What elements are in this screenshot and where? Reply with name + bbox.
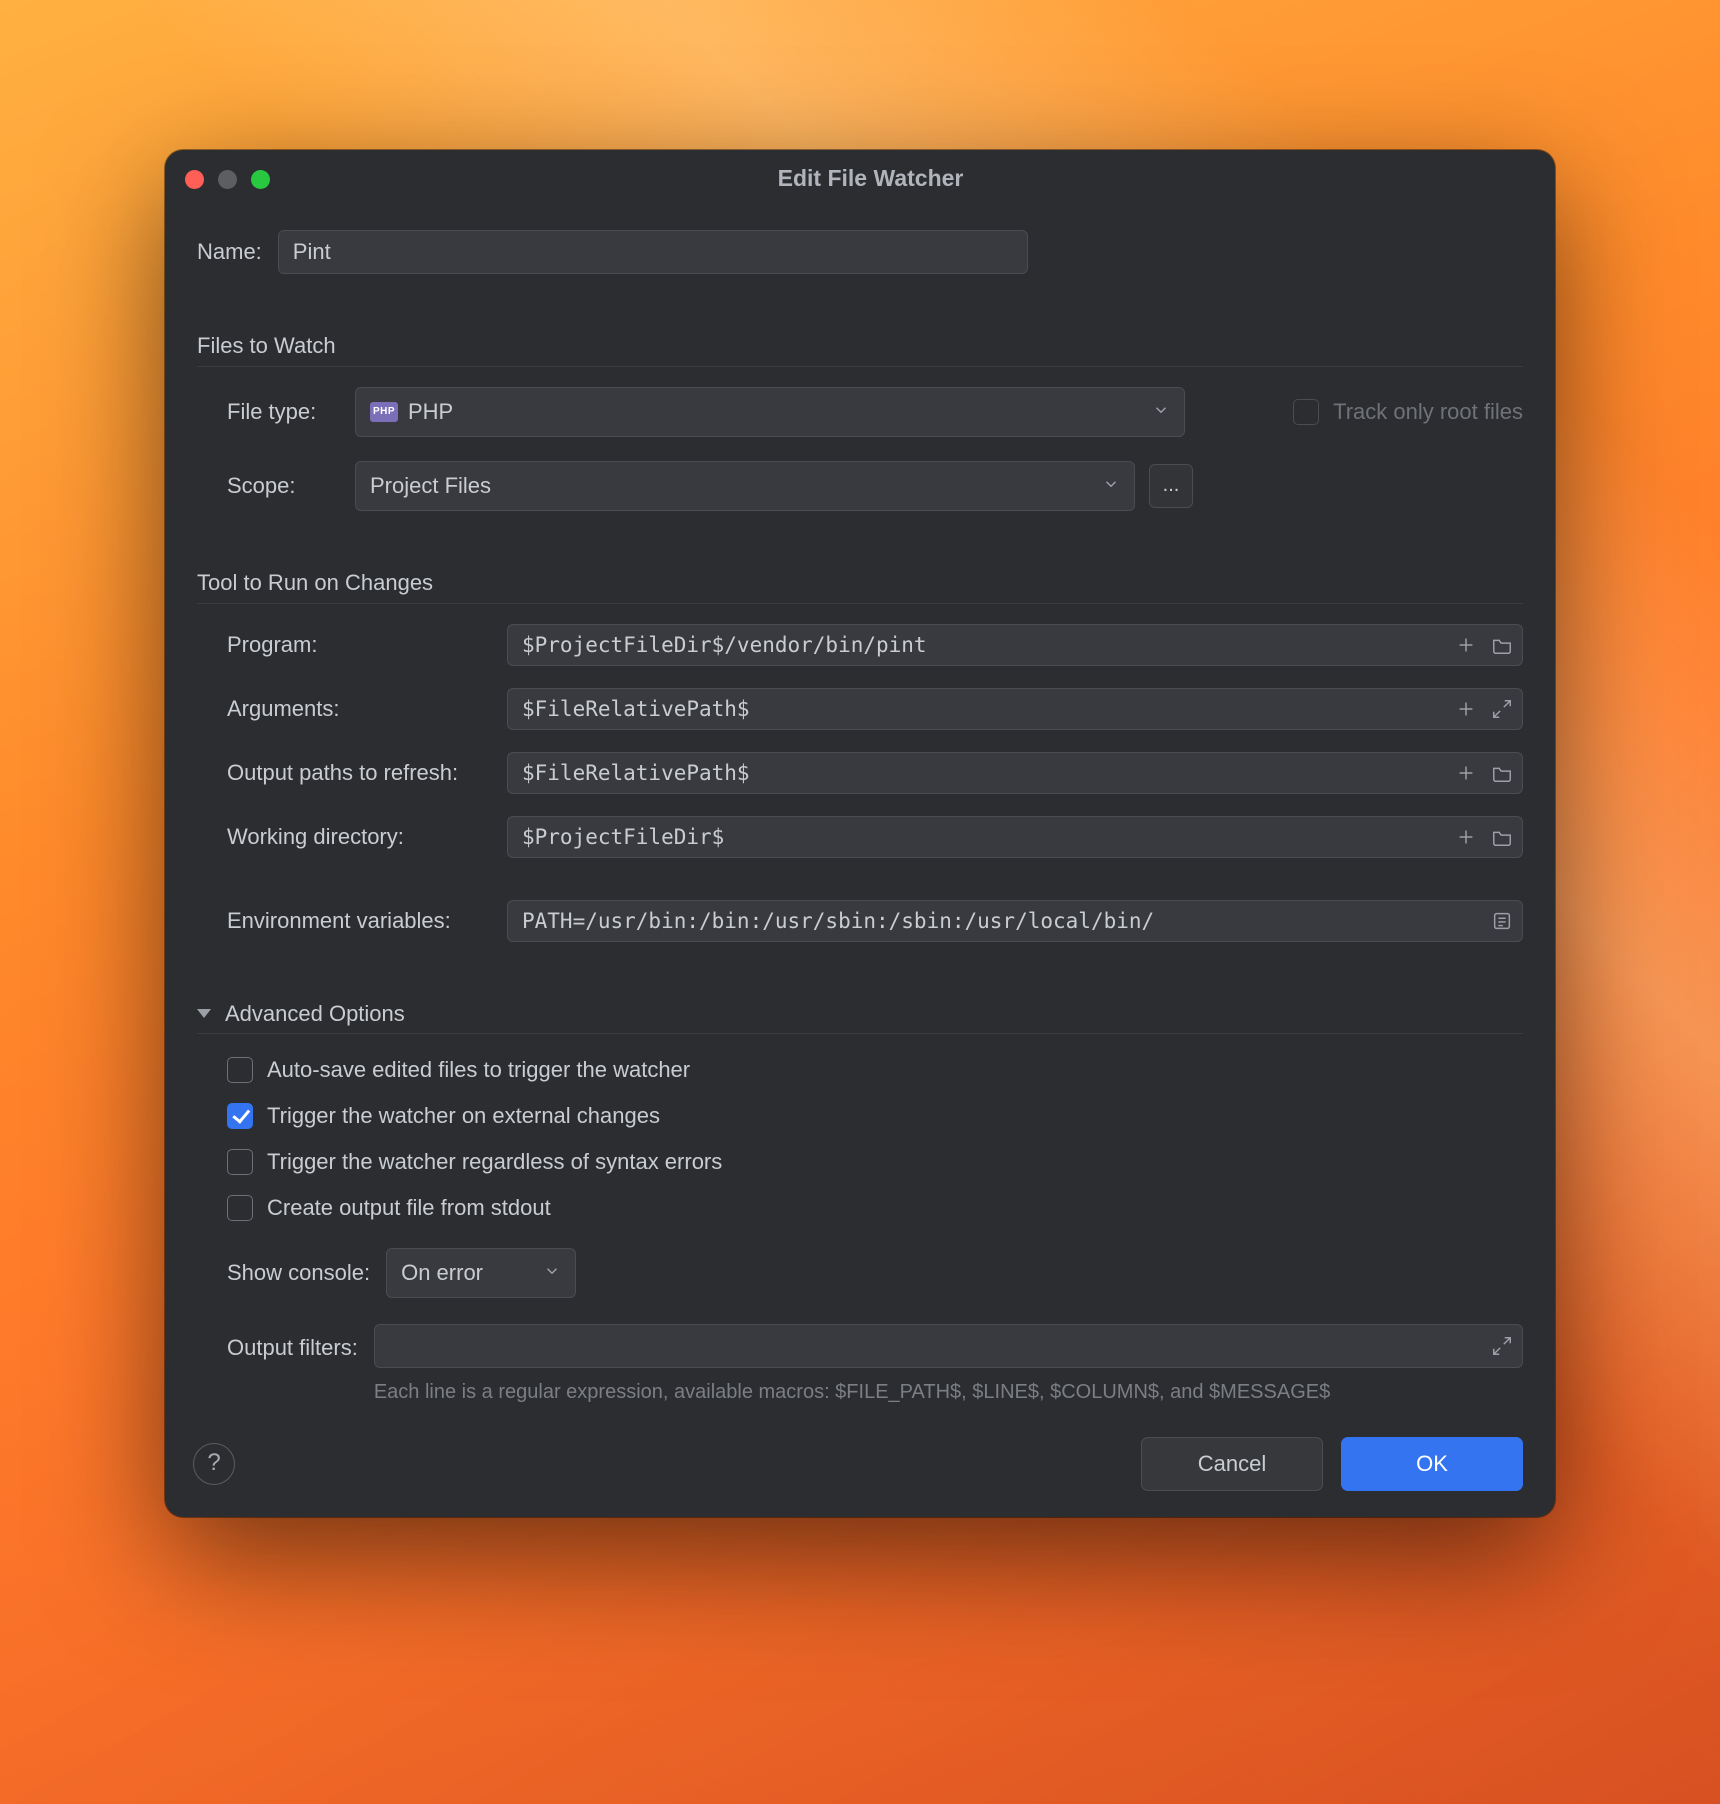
folder-icon[interactable] bbox=[1491, 826, 1513, 848]
insert-macro-icon[interactable] bbox=[1455, 634, 1477, 656]
program-label: Program: bbox=[227, 629, 507, 661]
php-icon: PHP bbox=[370, 402, 398, 422]
file-type-value: PHP bbox=[408, 396, 453, 428]
folder-icon[interactable] bbox=[1491, 762, 1513, 784]
env-label: Environment variables: bbox=[227, 885, 507, 937]
output-filters-input[interactable] bbox=[374, 1324, 1523, 1368]
scope-browse-button[interactable]: ... bbox=[1149, 464, 1193, 508]
output-paths-label: Output paths to refresh: bbox=[227, 757, 507, 789]
create-output-checkbox[interactable] bbox=[227, 1195, 253, 1221]
working-dir-label: Working directory: bbox=[227, 821, 507, 853]
name-label: Name: bbox=[197, 236, 262, 268]
create-output-label: Create output file from stdout bbox=[267, 1192, 551, 1224]
insert-macro-icon[interactable] bbox=[1455, 826, 1477, 848]
working-dir-input[interactable] bbox=[507, 816, 1523, 858]
show-console-value: On error bbox=[401, 1257, 483, 1289]
list-icon[interactable] bbox=[1491, 910, 1513, 932]
files-to-watch-heading-label: Files to Watch bbox=[197, 330, 336, 362]
chevron-down-icon bbox=[543, 1257, 561, 1289]
files-to-watch-heading: Files to Watch bbox=[197, 330, 1523, 367]
ok-button[interactable]: OK bbox=[1341, 1437, 1523, 1491]
scope-select[interactable]: Project Files bbox=[355, 461, 1135, 511]
chevron-down-icon bbox=[1152, 396, 1170, 428]
show-console-label: Show console: bbox=[227, 1257, 370, 1289]
close-window-button[interactable] bbox=[185, 170, 204, 189]
scope-value: Project Files bbox=[370, 470, 491, 502]
scope-label: Scope: bbox=[227, 470, 337, 502]
track-root-label: Track only root files bbox=[1333, 396, 1523, 428]
output-paths-input[interactable] bbox=[507, 752, 1523, 794]
titlebar: Edit File Watcher bbox=[165, 150, 1555, 208]
auto-save-checkbox[interactable] bbox=[227, 1057, 253, 1083]
regardless-errors-checkbox[interactable] bbox=[227, 1149, 253, 1175]
tool-heading-label: Tool to Run on Changes bbox=[197, 567, 433, 599]
edit-file-watcher-dialog: Edit File Watcher Name: Files to Watch F… bbox=[165, 150, 1555, 1517]
name-input[interactable] bbox=[278, 230, 1028, 274]
arguments-label: Arguments: bbox=[227, 693, 507, 725]
advanced-options-label: Advanced Options bbox=[225, 998, 405, 1030]
arguments-input[interactable] bbox=[507, 688, 1523, 730]
insert-macro-icon[interactable] bbox=[1455, 698, 1477, 720]
tool-heading: Tool to Run on Changes bbox=[197, 567, 1523, 604]
auto-save-label: Auto-save edited files to trigger the wa… bbox=[267, 1054, 690, 1086]
chevron-down-icon bbox=[1102, 470, 1120, 502]
file-type-label: File type: bbox=[227, 396, 337, 428]
trigger-external-label: Trigger the watcher on external changes bbox=[267, 1100, 660, 1132]
env-input[interactable] bbox=[507, 900, 1523, 942]
show-console-select[interactable]: On error bbox=[386, 1248, 576, 1298]
cancel-button[interactable]: Cancel bbox=[1141, 1437, 1323, 1491]
trigger-external-checkbox[interactable] bbox=[227, 1103, 253, 1129]
folder-icon[interactable] bbox=[1491, 634, 1513, 656]
advanced-options-toggle[interactable]: Advanced Options bbox=[197, 998, 1523, 1035]
file-type-select[interactable]: PHP PHP bbox=[355, 387, 1185, 437]
insert-macro-icon[interactable] bbox=[1455, 762, 1477, 784]
help-button[interactable]: ? bbox=[193, 1443, 235, 1485]
track-root-checkbox bbox=[1293, 399, 1319, 425]
output-filters-hint: Each line is a regular expression, avail… bbox=[374, 1378, 1414, 1407]
regardless-errors-label: Trigger the watcher regardless of syntax… bbox=[267, 1146, 722, 1178]
expand-icon[interactable] bbox=[1491, 1335, 1513, 1357]
expand-icon[interactable] bbox=[1491, 698, 1513, 720]
program-input[interactable] bbox=[507, 624, 1523, 666]
output-filters-label: Output filters: bbox=[227, 1324, 358, 1364]
dialog-title: Edit File Watcher bbox=[206, 162, 1535, 195]
